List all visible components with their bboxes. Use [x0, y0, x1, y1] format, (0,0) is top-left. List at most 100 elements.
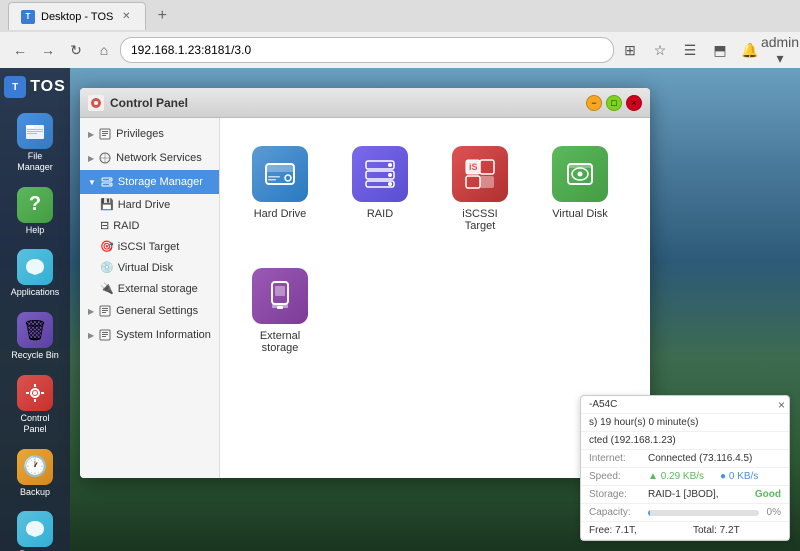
- nav-section-general-settings[interactable]: ▶ General Settings: [80, 299, 219, 323]
- control-panel-taskbar-label: ControlPanel: [20, 413, 49, 435]
- tos-logo: T TOS: [4, 76, 66, 98]
- device-value: -A54C: [589, 399, 781, 410]
- panel-icon-external-storage[interactable]: External storage: [240, 260, 320, 362]
- capacity-pct: 0%: [767, 507, 781, 518]
- nav-icons: ⊞ ☆ ☰ ⬒ 🔔 admin ▾: [618, 38, 792, 62]
- privileges-icon: [98, 127, 112, 141]
- storage-manager-icon: [100, 175, 114, 189]
- forward-button[interactable]: →: [36, 38, 60, 62]
- taskbar-item-recycle-bin[interactable]: 🗑 Recycle Bin: [1, 306, 69, 367]
- status-row-free-total: Free: 7.1T, Total: 7.2T: [581, 522, 789, 540]
- raid-icon-box: [352, 146, 408, 202]
- external-storage-icon-box: [252, 268, 308, 324]
- storage-value: RAID-1 [JBOD],: [648, 489, 751, 500]
- speed-up-value: ● 0 KB/s: [720, 471, 758, 482]
- window-minimize-button[interactable]: −: [586, 95, 602, 111]
- help-icon: ?: [17, 187, 53, 223]
- home-button[interactable]: ⌂: [92, 38, 116, 62]
- applications-icon: [17, 249, 53, 285]
- share-icon[interactable]: ⬒: [708, 38, 732, 62]
- connection-value: cted (192.168.1.23): [589, 435, 781, 446]
- taskbar-item-backup[interactable]: 🕐 Backup: [1, 443, 69, 504]
- external-storage-label: External storage: [248, 330, 312, 354]
- panel-icon-iscsi[interactable]: iS iSCSSI Target: [440, 138, 520, 240]
- notifications-icon[interactable]: 🔔: [738, 38, 762, 62]
- status-row-connection: cted (192.168.1.23): [581, 432, 789, 450]
- refresh-button[interactable]: ↻: [64, 38, 88, 62]
- uptime-value: s) 19 hour(s) 0 minute(s): [589, 417, 781, 428]
- capacity-label: Capacity:: [589, 507, 644, 518]
- nav-section-privileges[interactable]: ▶ Privileges: [80, 122, 219, 146]
- tos-logo-text: TOS: [30, 78, 66, 96]
- tos-logo-icon: T: [4, 76, 26, 98]
- capacity-progress-bar: [648, 510, 759, 516]
- arrow-icon: ▶: [88, 130, 94, 139]
- bookmark-icon[interactable]: ☆: [648, 38, 672, 62]
- menu-icon[interactable]: ☰: [678, 38, 702, 62]
- nav-sub-hard-drive[interactable]: 💾 Hard Drive: [80, 194, 219, 215]
- external-storage-sub-icon: 🔌: [100, 282, 114, 295]
- network-services-icon: [98, 151, 112, 165]
- panel-icon-hard-drive[interactable]: Hard Drive: [240, 138, 320, 240]
- total-value: Total: 7.2T: [693, 525, 781, 536]
- extensions-icon[interactable]: ⊞: [618, 38, 642, 62]
- tos-taskbar: T TOS FileManager ? Help: [0, 68, 70, 551]
- icon-grid: Hard Drive: [240, 138, 630, 362]
- nav-sub-raid[interactable]: ⊟ RAID: [80, 215, 219, 236]
- arrow-icon: ▼: [88, 178, 96, 187]
- panel-icon-raid[interactable]: RAID: [340, 138, 420, 240]
- general-settings-icon: [98, 304, 112, 318]
- system-info-icon: [98, 328, 112, 342]
- nav-sub-iscsi[interactable]: 🎯 iSCSI Target: [80, 236, 219, 257]
- taskbar-item-applications[interactable]: Applications: [1, 243, 69, 304]
- address-bar[interactable]: [120, 37, 614, 63]
- nav-sub-external-storage[interactable]: 🔌 External storage: [80, 278, 219, 299]
- window-titlebar: Control Panel − □ ×: [80, 88, 650, 118]
- nav-section-storage-manager[interactable]: ▼ Storage Manager: [80, 170, 219, 194]
- internet-label: Internet:: [589, 453, 644, 464]
- active-tab[interactable]: T Desktop - TOS ✕: [8, 2, 146, 30]
- tab-close-button[interactable]: ✕: [119, 10, 133, 24]
- taskbar-item-control-panel[interactable]: ControlPanel: [1, 369, 69, 441]
- back-button[interactable]: ←: [8, 38, 32, 62]
- panel-icon-virtual-disk[interactable]: Virtual Disk: [540, 138, 620, 240]
- new-tab-button[interactable]: +: [150, 4, 174, 28]
- taskbar-item-remote-login[interactable]: RemoteLogin: [1, 505, 69, 551]
- taskbar-item-help[interactable]: ? Help: [1, 181, 69, 242]
- hard-drive-label: Hard Drive: [254, 208, 307, 220]
- help-label: Help: [26, 225, 45, 236]
- raid-label: RAID: [367, 208, 393, 220]
- file-manager-icon: [17, 113, 53, 149]
- nav-sub-virtual-disk[interactable]: 💿 Virtual Disk: [80, 257, 219, 278]
- svg-text:iS: iS: [469, 162, 478, 172]
- capacity-progress-fill: [648, 510, 650, 516]
- virtual-disk-label: Virtual Disk: [552, 208, 607, 220]
- recycle-bin-label: Recycle Bin: [11, 350, 59, 361]
- control-panel-window: Control Panel − □ × ▶: [80, 88, 650, 478]
- window-close-button[interactable]: ×: [626, 95, 642, 111]
- taskbar-item-file-manager[interactable]: FileManager: [1, 107, 69, 179]
- window-title-text: Control Panel: [110, 96, 586, 110]
- window-controls: − □ ×: [586, 95, 642, 111]
- virtual-disk-sub-icon: 💿: [100, 261, 114, 274]
- raid-sub-icon: ⊟: [100, 219, 109, 232]
- status-close-button[interactable]: ×: [778, 398, 785, 412]
- window-maximize-button[interactable]: □: [606, 95, 622, 111]
- arrow-icon: ▶: [88, 154, 94, 163]
- browser-chrome: T Desktop - TOS ✕ + ← → ↻ ⌂ ⊞ ☆ ☰ ⬒ 🔔 ad…: [0, 0, 800, 68]
- file-manager-label: FileManager: [17, 151, 53, 173]
- tab-bar: T Desktop - TOS ✕ +: [0, 0, 800, 32]
- status-row-storage: Storage: RAID-1 [JBOD], Good: [581, 486, 789, 504]
- status-row-internet: Internet: Connected (73.116.4.5): [581, 450, 789, 468]
- speed-label: Speed:: [589, 471, 644, 482]
- status-row-capacity: Capacity: 0%: [581, 504, 789, 522]
- free-value: Free: 7.1T,: [589, 525, 677, 536]
- storage-status: Good: [755, 489, 781, 500]
- backup-label: Backup: [20, 487, 50, 498]
- speed-down-value: ▲ 0.29 KB/s: [648, 471, 704, 482]
- nav-section-network-services[interactable]: ▶ Network Services: [80, 146, 219, 170]
- nav-section-system-information[interactable]: ▶ System Information: [80, 323, 219, 347]
- user-menu[interactable]: admin ▾: [768, 38, 792, 62]
- sidebar-nav: ▶ Privileges ▶ Network Services ▼: [80, 118, 220, 478]
- iscsi-label: iSCSSI Target: [448, 208, 512, 232]
